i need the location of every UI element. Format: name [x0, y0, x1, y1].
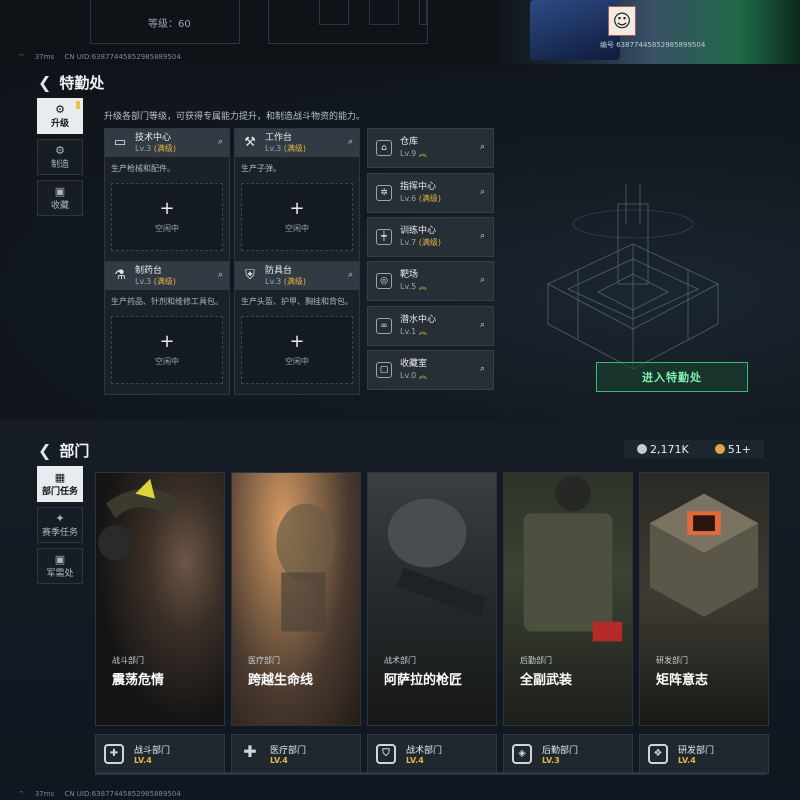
dept-medical[interactable]: ✚ 医疗部门 LV.4 — [231, 734, 361, 774]
page-title: 部门 — [59, 442, 90, 460]
production-slot[interactable]: + 空闲中 — [241, 183, 353, 251]
combat-icon: ✚ — [104, 744, 124, 764]
page-title: 特勤处 — [59, 74, 105, 92]
currency-silver: 2,171K — [637, 443, 689, 456]
room-command-center[interactable]: ✲ 指挥中心 Lv.6 (满级) ⌕ — [367, 173, 494, 213]
upgrade-icon: ⚙ — [55, 102, 65, 116]
enter-special-service-button[interactable]: 进入特勤处 — [596, 362, 748, 392]
production-slot[interactable]: + 空闲中 — [111, 316, 223, 384]
search-icon[interactable]: ⌕ — [348, 137, 353, 147]
departments-panel: ❮ 部门 2,171K 51+ ▦ 部门任务 ✦ 赛季任务 ▣ 军需处 战斗部门… — [0, 420, 800, 800]
dept-card-research[interactable]: 研发部门 矩阵意志 — [639, 472, 769, 726]
dept-card-tactical[interactable]: 战术部门 阿萨拉的枪匠 — [367, 472, 497, 726]
player-uid: 编号 63877445852985899504 — [600, 41, 706, 49]
flask-icon: ⚗ — [114, 268, 126, 283]
target-icon: ◎ — [376, 273, 392, 289]
search-icon[interactable]: ⌕ — [348, 270, 353, 280]
search-icon[interactable]: ⌕ — [218, 137, 223, 147]
search-icon[interactable]: ⌕ — [480, 231, 485, 241]
silver-coin-icon — [637, 443, 648, 454]
dumbbell-icon: ┿ — [376, 229, 392, 245]
avatar[interactable]: ☺ — [608, 6, 636, 36]
search-icon[interactable]: ⌕ — [480, 320, 485, 330]
sidebar-item-season-tasks[interactable]: ✦ 赛季任务 — [37, 507, 83, 543]
back-icon[interactable]: ❮ — [38, 441, 51, 460]
upgrade-available-icon: ︽ — [418, 371, 427, 380]
special-service-sidebar: ⚙ 升级 ⚙ 制造 ▣ 收藏 — [37, 98, 83, 221]
search-icon[interactable]: ⌕ — [480, 142, 485, 152]
special-service-header: ❮ 特勤处 — [38, 72, 104, 93]
production-slot[interactable]: + 空闲中 — [241, 316, 353, 384]
search-icon[interactable]: ⌕ — [480, 364, 485, 374]
add-icon: + — [289, 330, 305, 352]
collection-room-icon: ▢ — [376, 362, 392, 378]
sidebar-item-upgrade[interactable]: ⚙ 升级 — [37, 98, 83, 134]
room-shooting-range[interactable]: ◎ 靶场 Lv.5 ︽ ⌕ — [367, 261, 494, 301]
mech-art — [530, 0, 620, 60]
special-service-panel: ❮ 特勤处 ⚙ 升级 ⚙ 制造 ▣ 收藏 升级各部门等级，可获得专属能力提升，和… — [0, 64, 800, 420]
dept-card-logistics[interactable]: 后勤部门 全副武装 — [503, 472, 633, 726]
medical-icon: ✚ — [243, 742, 257, 761]
facility-workbench[interactable]: ⚒ 工作台 Lv.3 (满级) ⌕ 生产子弹。 + 空闲中 — [234, 128, 360, 262]
bottom-divider — [95, 772, 765, 775]
dept-combat[interactable]: ✚ 战斗部门 LV.4 — [95, 734, 225, 774]
add-icon: + — [159, 197, 175, 219]
add-icon: + — [159, 330, 175, 352]
room-training-center[interactable]: ┿ 训练中心 Lv.7 (满级) ⌕ — [367, 217, 494, 257]
base-hologram — [547, 184, 719, 370]
command-icon: ✲ — [376, 185, 392, 201]
currency-gold[interactable]: 51+ — [714, 443, 751, 456]
dept-task-icon: ▦ — [54, 470, 66, 484]
upgrade-available-icon: ︽ — [418, 282, 427, 291]
season-task-icon: ✦ — [55, 511, 65, 525]
monitor-icon: ▭ — [113, 135, 127, 150]
production-slot[interactable]: + 空闲中 — [111, 183, 223, 251]
dept-card-medical[interactable]: 医疗部门 跨越生命线 — [231, 472, 361, 726]
signal-icon: ⌔ — [18, 53, 25, 61]
player-level: 等级：60 — [148, 19, 191, 30]
upgrade-available-icon: ︽ — [418, 149, 427, 158]
facility-pharmacy[interactable]: ⚗ 制药台 Lv.3 (满级) ⌕ 生产药品、针剂和维修工具包。 + 空闲中 — [104, 261, 230, 395]
armor-icon: ⛨ — [245, 268, 255, 283]
notification-flag — [76, 101, 80, 109]
signal-icon: ⌔ — [18, 790, 25, 798]
dept-logistics[interactable]: ◈ 后勤部门 LV.3 — [503, 734, 633, 774]
gold-coin-icon — [714, 443, 725, 454]
search-icon[interactable]: ⌕ — [218, 270, 223, 280]
collection-icon: ▣ — [54, 184, 66, 198]
quartermaster-icon: ▣ — [54, 552, 66, 566]
sidebar-item-quartermaster[interactable]: ▣ 军需处 — [37, 548, 83, 584]
research-icon: ❖ — [648, 744, 668, 764]
dept-tactical[interactable]: ⛉ 战术部门 LV.4 — [367, 734, 497, 774]
status-bar-bottom: ⌔ 37ms CN UID:63877445852985889504 — [18, 790, 181, 798]
logistics-icon: ◈ — [512, 744, 532, 764]
dive-icon: ∞ — [376, 318, 392, 334]
currency-bar: 2,171K 51+ — [624, 440, 764, 458]
sidebar-item-craft[interactable]: ⚙ 制造 — [37, 139, 83, 175]
facility-armor-bench[interactable]: ⛨ 防具台 Lv.3 (满级) ⌕ 生产头盔、护甲、胸挂和背包。 + 空闲中 — [234, 261, 360, 395]
sidebar-item-dept-tasks[interactable]: ▦ 部门任务 — [37, 466, 83, 502]
special-service-description: 升级各部门等级，可获得专属能力提升，和制造战斗物资的能力。 — [104, 112, 366, 122]
facility-tech-center[interactable]: ▭ 技术中心 Lv.3 (满级) ⌕ 生产枪械和配件。 + 空闲中 — [104, 128, 230, 262]
player-banner — [500, 0, 800, 64]
dept-card-combat[interactable]: 战斗部门 震荡危情 — [95, 472, 225, 726]
dept-research[interactable]: ❖ 研发部门 LV.4 — [639, 734, 769, 774]
sidebar-item-collection[interactable]: ▣ 收藏 — [37, 180, 83, 216]
craft-icon: ⚙ — [55, 143, 65, 157]
departments-sidebar: ▦ 部门任务 ✦ 赛季任务 ▣ 军需处 — [37, 466, 83, 589]
upgrade-available-icon: ︽ — [418, 327, 427, 336]
search-icon[interactable]: ⌕ — [480, 187, 485, 197]
add-icon: + — [289, 197, 305, 219]
tools-icon: ⚒ — [244, 135, 256, 150]
search-icon[interactable]: ⌕ — [480, 275, 485, 285]
tactical-icon: ⛉ — [376, 744, 396, 764]
room-collection-room[interactable]: ▢ 收藏室 Lv.0 ︽ ⌕ — [367, 350, 494, 390]
room-vault[interactable]: ⌂ 仓库 Lv.9 ︽ ⌕ — [367, 128, 494, 168]
room-dive-center[interactable]: ∞ 潜水中心 Lv.1 ︽ ⌕ — [367, 306, 494, 346]
top-slots — [268, 0, 428, 44]
back-icon[interactable]: ❮ — [38, 73, 51, 92]
vault-icon: ⌂ — [376, 140, 392, 156]
departments-header: ❮ 部门 — [38, 440, 89, 461]
